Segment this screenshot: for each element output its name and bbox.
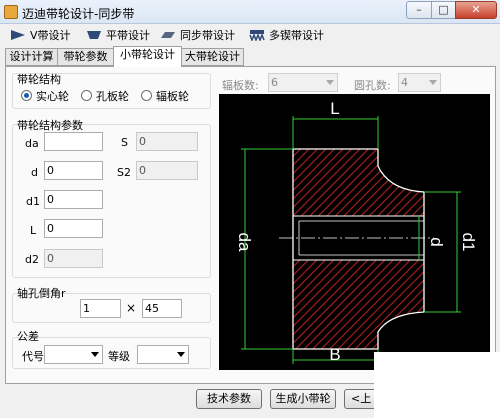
pulley-drawing: L da d d1 B [219, 94, 490, 370]
close-button[interactable]: ✕ [455, 1, 497, 19]
title-bar: 迈迪带轮设计-同步带 – □ ✕ [0, 0, 500, 24]
radio-label-spoke-plate: 辐板轮 [156, 90, 189, 103]
holes-label: 圆孔数: [354, 79, 391, 92]
tolerance-group-title: 公差 [17, 330, 39, 343]
label-s2: S2 [117, 166, 131, 179]
v-belt-design-button[interactable]: V带设计 [10, 27, 71, 43]
params-group-title: 带轮结构参数 [17, 119, 83, 132]
minimize-button[interactable]: – [406, 1, 432, 19]
radio-label-solid: 实心轮 [36, 90, 69, 103]
toolbar-label: 平带设计 [106, 29, 150, 42]
toolbar-label: 同步带设计 [180, 29, 235, 42]
app-icon [4, 5, 18, 19]
s2-input[interactable]: 0 [136, 161, 198, 180]
toolbar-label: V带设计 [30, 29, 71, 42]
d1-input[interactable]: 0 [44, 190, 103, 209]
tab-small-pulley[interactable]: 小带轮设计 [113, 46, 182, 67]
radio-solid-wheel[interactable] [21, 90, 32, 101]
tab-design-calc[interactable]: 设计计算 [5, 48, 58, 66]
occluding-overlay [374, 352, 500, 418]
v-belt-icon [11, 30, 25, 40]
toolbar-label: 多锲带设计 [269, 29, 324, 42]
label-d1: d1 [26, 195, 40, 208]
holes-select[interactable]: 4 [398, 73, 441, 92]
radio-hole-plate-wheel[interactable] [81, 90, 92, 101]
tab-large-pulley[interactable]: 大带轮设计 [181, 48, 244, 66]
spokes-select-value: 6 [271, 76, 278, 89]
chevron-down-icon [326, 80, 334, 85]
window-title: 迈迪带轮设计-同步带 [22, 7, 135, 21]
dim-label-l: L [330, 99, 339, 118]
label-d2: d2 [25, 253, 39, 266]
grade-label: 等级 [108, 350, 130, 363]
timing-belt-icon [161, 32, 175, 38]
holes-select-value: 4 [401, 76, 408, 89]
chamfer-input-2[interactable]: 45 [142, 299, 182, 318]
flat-belt-icon [87, 31, 101, 39]
dim-label-d: d [427, 237, 446, 246]
tech-params-button[interactable]: 技术参数 [196, 389, 262, 409]
code-select[interactable] [44, 345, 103, 364]
radio-spoke-plate-wheel[interactable] [141, 90, 152, 101]
flat-belt-design-button[interactable]: 平带设计 [86, 27, 150, 43]
chamfer-input-1[interactable]: 1 [80, 299, 121, 318]
label-s: S [121, 136, 128, 149]
chamfer-group-title: 轴孔倒角r [17, 287, 66, 300]
chevron-down-icon [177, 352, 185, 357]
toolbar: V带设计 平带设计 同步带设计 多锲带设计 [0, 24, 500, 46]
chamfer-times-sign: × [126, 301, 137, 315]
generate-small-pulley-button[interactable]: 生成小带轮 [270, 389, 336, 409]
spokes-select[interactable]: 6 [268, 73, 338, 92]
maximize-button[interactable]: □ [431, 1, 456, 19]
structure-group-title: 带轮结构 [17, 73, 61, 86]
chevron-down-icon [91, 352, 99, 357]
label-l: L [30, 224, 37, 237]
spokes-label: 辐板数: [222, 79, 259, 92]
chevron-down-icon [429, 80, 437, 85]
timing-belt-design-button[interactable]: 同步带设计 [160, 27, 235, 43]
s-input[interactable]: 0 [136, 132, 198, 151]
multi-wedge-belt-icon [249, 30, 265, 41]
da-input[interactable] [44, 132, 103, 151]
dim-label-b: B [329, 345, 340, 364]
code-label: 代号 [22, 350, 44, 363]
label-da: da [25, 137, 39, 150]
d-input[interactable]: 0 [44, 161, 103, 180]
tab-pulley-params[interactable]: 带轮参数 [57, 48, 114, 66]
pulley-drawing-svg: L da d d1 B [235, 99, 478, 364]
dim-label-d1: d1 [459, 233, 478, 252]
dim-label-da: da [235, 233, 254, 252]
radio-label-hole-plate: 孔板轮 [96, 90, 129, 103]
grade-select[interactable] [137, 345, 189, 364]
d2-input[interactable]: 0 [44, 249, 103, 268]
multi-wedge-belt-design-button[interactable]: 多锲带设计 [249, 27, 324, 43]
l-input[interactable]: 0 [44, 219, 103, 238]
label-d: d [31, 166, 38, 179]
